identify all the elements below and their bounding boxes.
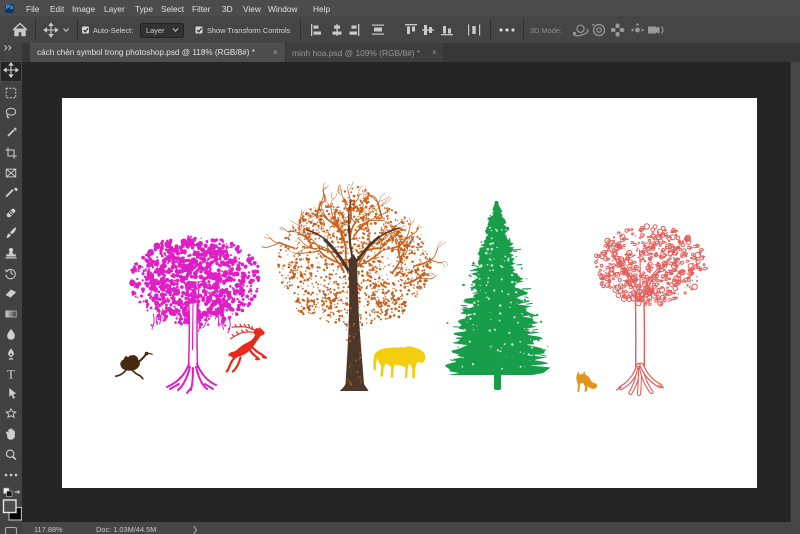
svg-text:T: T [7,368,15,382]
